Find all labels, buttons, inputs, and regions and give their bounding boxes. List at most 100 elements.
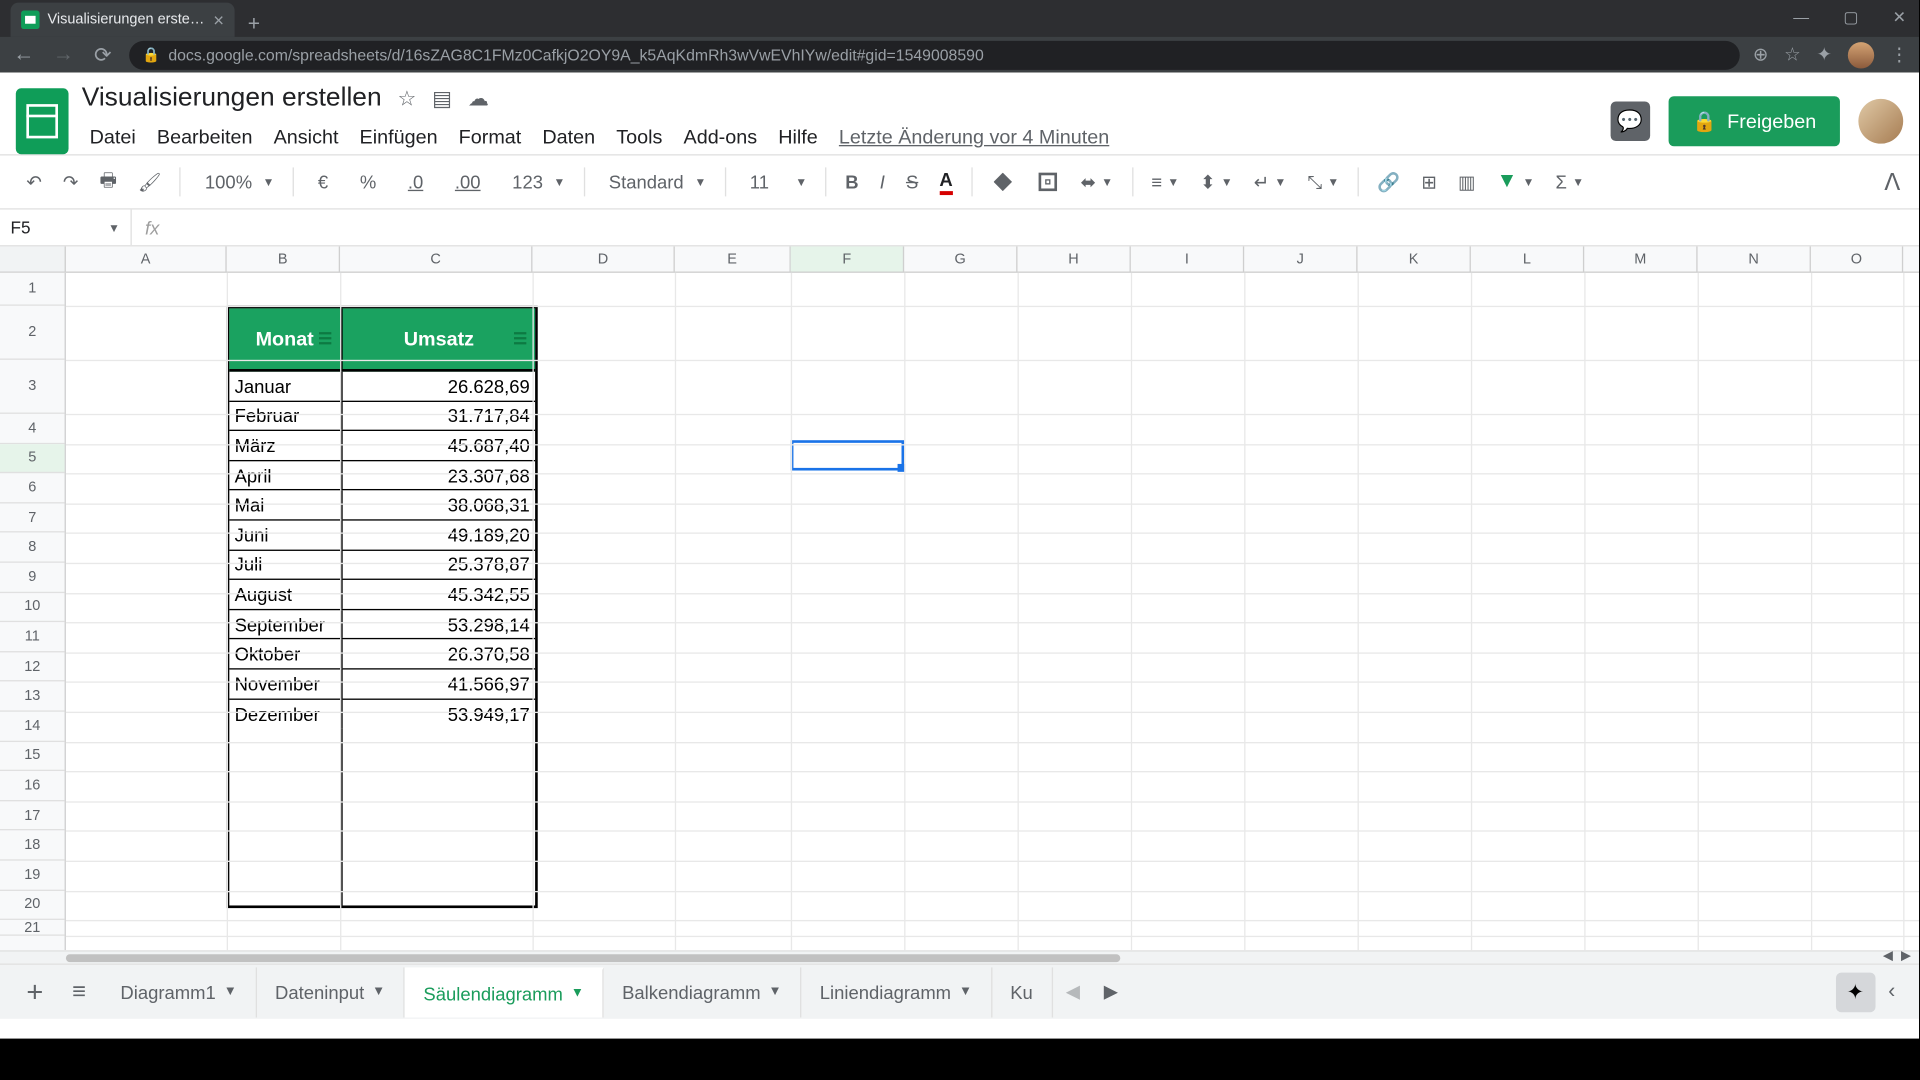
table-row[interactable]: Juni49.189,20 bbox=[229, 521, 535, 551]
sheet-nav-left[interactable]: ◀ bbox=[1055, 981, 1090, 1003]
v-align-button[interactable]: ⬍▼ bbox=[1192, 165, 1240, 198]
scroll-right-icon[interactable]: ▶ bbox=[1901, 949, 1911, 963]
table-row[interactable]: Mai38.068,31 bbox=[229, 491, 535, 521]
col-header-G[interactable]: G bbox=[904, 246, 1017, 271]
row-header-15[interactable]: 15 bbox=[0, 741, 65, 771]
currency-button[interactable]: € bbox=[305, 166, 342, 198]
merge-cells-button[interactable]: ⬌▼ bbox=[1073, 165, 1121, 198]
side-panel-toggle[interactable]: ‹ bbox=[1878, 980, 1906, 1004]
row-header-18[interactable]: 18 bbox=[0, 831, 65, 861]
table-row[interactable]: Dezember53.949,17 bbox=[229, 699, 535, 729]
bold-button[interactable]: B bbox=[837, 166, 866, 198]
functions-button[interactable]: Σ▼ bbox=[1548, 166, 1592, 198]
row-header-9[interactable]: 9 bbox=[0, 563, 65, 593]
print-button[interactable]: 🖶 bbox=[92, 161, 125, 203]
sheet-tab-diagramm1[interactable]: Diagramm1▼ bbox=[102, 967, 257, 1017]
forward-button[interactable]: → bbox=[50, 43, 76, 67]
h-align-button[interactable]: ≡▼ bbox=[1143, 166, 1187, 198]
sheet-tab-balkendiagramm[interactable]: Balkendiagramm▼ bbox=[604, 967, 802, 1017]
zoom-icon[interactable]: ⊕ bbox=[1753, 43, 1768, 65]
menu-daten[interactable]: Daten bbox=[534, 124, 603, 152]
borders-button[interactable] bbox=[1028, 165, 1068, 199]
percent-button[interactable]: % bbox=[347, 166, 390, 198]
table-row[interactable]: Oktober26.370,58 bbox=[229, 640, 535, 670]
menu-ansicht[interactable]: Ansicht bbox=[266, 124, 347, 152]
table-row[interactable]: Februar31.717,84 bbox=[229, 401, 535, 431]
menu-format[interactable]: Format bbox=[451, 124, 529, 152]
row-header-16[interactable]: 16 bbox=[0, 771, 65, 801]
chevron-down-icon[interactable]: ▼ bbox=[372, 985, 385, 999]
filter-icon[interactable]: ☰ bbox=[318, 330, 332, 348]
col-header-M[interactable]: M bbox=[1584, 246, 1697, 271]
rotate-button[interactable]: ⤡▼ bbox=[1299, 165, 1347, 198]
move-folder-icon[interactable]: ▤ bbox=[432, 85, 452, 111]
all-sheets-button[interactable]: ≡ bbox=[59, 978, 99, 1006]
share-button[interactable]: 🔒 Freigeben bbox=[1668, 96, 1840, 146]
text-color-button[interactable]: A bbox=[931, 163, 960, 200]
explore-button[interactable]: ✦ bbox=[1836, 972, 1876, 1012]
col-header-B[interactable]: B bbox=[227, 246, 340, 271]
account-avatar[interactable] bbox=[1858, 99, 1903, 144]
undo-button[interactable]: ↶ bbox=[18, 165, 49, 198]
row-header-3[interactable]: 3 bbox=[0, 360, 65, 414]
col-header-D[interactable]: D bbox=[532, 246, 674, 271]
menu-add-ons[interactable]: Add-ons bbox=[676, 124, 765, 152]
browser-tab[interactable]: Visualisierungen erstellen - Goo… × bbox=[11, 3, 235, 37]
col-header-K[interactable]: K bbox=[1358, 246, 1471, 271]
last-edit-link[interactable]: Letzte Änderung vor 4 Minuten bbox=[831, 124, 1117, 152]
row-header-2[interactable]: 2 bbox=[0, 306, 65, 360]
increase-decimal-button[interactable]: .00 bbox=[442, 166, 494, 198]
window-close[interactable]: ✕ bbox=[1885, 5, 1914, 29]
font-select[interactable]: Standard (…▼ bbox=[596, 166, 715, 198]
col-header-E[interactable]: E bbox=[675, 246, 791, 271]
table-row[interactable]: November41.566,97 bbox=[229, 669, 535, 699]
comments-button[interactable]: 💬 bbox=[1610, 101, 1650, 141]
wrap-button[interactable]: ↵▼ bbox=[1246, 165, 1294, 198]
col-header-C[interactable]: C bbox=[340, 246, 532, 271]
paint-format-button[interactable]: 🖌 bbox=[130, 165, 169, 198]
row-header-12[interactable]: 12 bbox=[0, 652, 65, 682]
address-bar[interactable]: 🔒 docs.google.com/spreadsheets/d/16sZAG8… bbox=[129, 40, 1740, 69]
comment-button[interactable]: ⊞ bbox=[1414, 165, 1445, 198]
sheet-tab-dateninput[interactable]: Dateninput▼ bbox=[257, 967, 405, 1017]
col-header-I[interactable]: I bbox=[1131, 246, 1244, 271]
row-header-13[interactable]: 13 bbox=[0, 682, 65, 712]
horizontal-scrollbar[interactable]: ◀▶ bbox=[0, 950, 1919, 963]
row-header-11[interactable]: 11 bbox=[0, 622, 65, 652]
formula-input[interactable] bbox=[173, 210, 1919, 246]
star-outline-icon[interactable]: ☆ bbox=[397, 85, 416, 111]
table-row[interactable]: April23.307,68 bbox=[229, 461, 535, 491]
col-header-O[interactable]: O bbox=[1811, 246, 1903, 271]
menu-tools[interactable]: Tools bbox=[608, 124, 670, 152]
col-header-F[interactable]: F bbox=[791, 246, 904, 271]
row-header-20[interactable]: 20 bbox=[0, 890, 65, 920]
fill-color-button[interactable] bbox=[983, 165, 1023, 199]
chevron-down-icon[interactable]: ▼ bbox=[224, 985, 237, 999]
italic-button[interactable]: I bbox=[872, 166, 893, 198]
table-row[interactable]: August45.342,55 bbox=[229, 580, 535, 610]
chevron-down-icon[interactable]: ▼ bbox=[768, 985, 781, 999]
col-header-A[interactable]: A bbox=[66, 246, 227, 271]
chrome-profile-avatar[interactable] bbox=[1848, 42, 1874, 68]
sheet-tab-säulendiagramm[interactable]: Säulendiagramm▼ bbox=[405, 967, 604, 1017]
name-box[interactable]: F5 ▼ bbox=[0, 210, 132, 246]
add-sheet-button[interactable]: + bbox=[13, 975, 56, 1009]
table-row[interactable]: März45.687,40 bbox=[229, 431, 535, 461]
sheets-logo-icon[interactable] bbox=[16, 88, 69, 154]
row-header-21[interactable]: 21 bbox=[0, 920, 65, 936]
row-header-8[interactable]: 8 bbox=[0, 533, 65, 563]
strikethrough-button[interactable]: S bbox=[898, 166, 926, 198]
row-header-17[interactable]: 17 bbox=[0, 801, 65, 831]
col-header-J[interactable]: J bbox=[1244, 246, 1357, 271]
row-header-19[interactable]: 19 bbox=[0, 861, 65, 891]
sheet-nav-right[interactable]: ▶ bbox=[1093, 981, 1128, 1003]
font-size-select[interactable]: 11▼ bbox=[737, 166, 815, 198]
col-header-H[interactable]: H bbox=[1017, 246, 1130, 271]
filter-button[interactable]: ▼▼ bbox=[1489, 165, 1543, 199]
table-row[interactable]: Juli25.378,87 bbox=[229, 550, 535, 580]
table-row[interactable]: September53.298,14 bbox=[229, 610, 535, 640]
menu-datei[interactable]: Datei bbox=[82, 124, 144, 152]
select-all-corner[interactable] bbox=[0, 246, 66, 271]
link-button[interactable]: 🔗 bbox=[1369, 165, 1408, 198]
decrease-decimal-button[interactable]: .0 bbox=[395, 166, 437, 198]
